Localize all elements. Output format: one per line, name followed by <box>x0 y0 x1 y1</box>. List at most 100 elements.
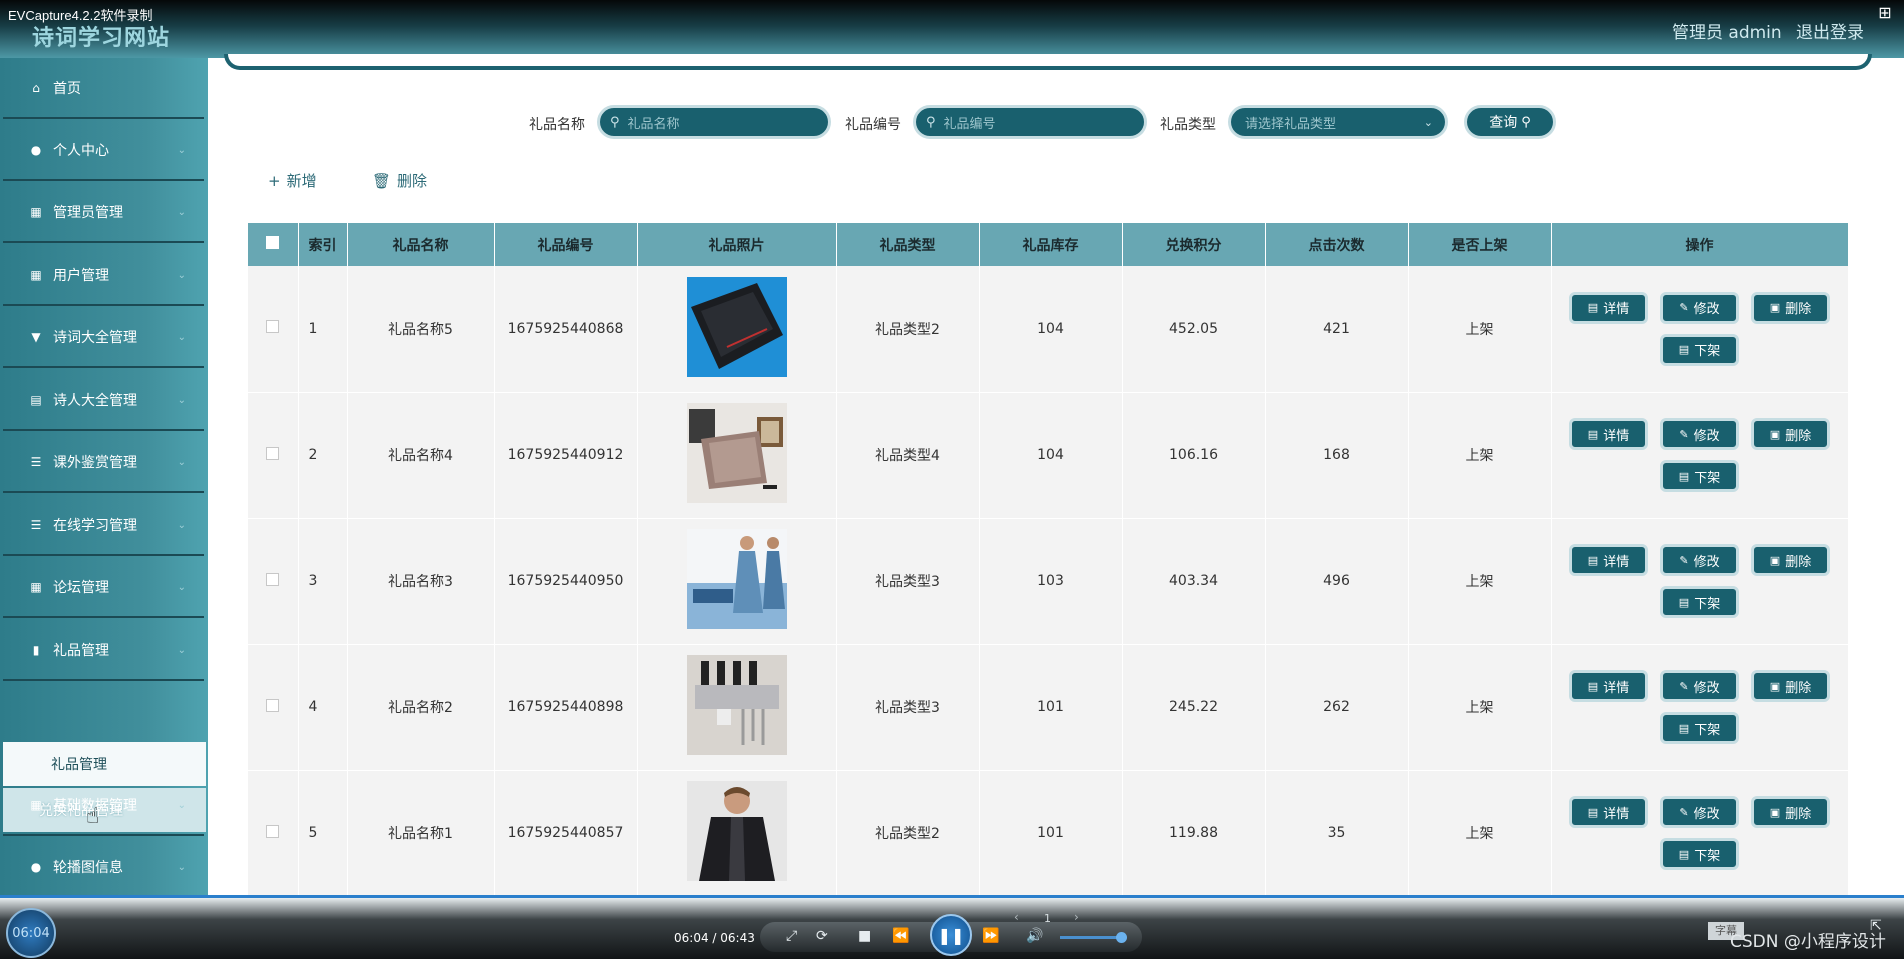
cell-name: 礼品名称3 <box>347 518 495 645</box>
detail-label: 详情 <box>1603 428 1630 444</box>
volume-icon[interactable]: 🔊 <box>1026 928 1043 944</box>
detail-label: 详情 <box>1603 554 1630 570</box>
delete-button[interactable]: ▣ 删除 <box>1751 418 1830 450</box>
logout-link[interactable]: 退出登录 <box>1796 18 1864 43</box>
cell-name: 礼品名称1 <box>347 770 495 897</box>
edit-button[interactable]: ✎ 修改 <box>1660 418 1739 450</box>
row-actions: ▤ 详情 ✎ 修改 ▣ 删除 ▤ 下架 <box>1560 796 1840 870</box>
document-icon: ▤ <box>1678 595 1690 609</box>
chevron-down-icon: ⌄ <box>177 331 186 343</box>
add-button[interactable]: + 新增 <box>268 170 317 191</box>
document-icon: ▤ <box>1587 805 1599 819</box>
unlist-button[interactable]: ▤ 下架 <box>1660 460 1739 492</box>
gift-type-placeholder: 请选择礼品类型 <box>1245 116 1337 132</box>
cell-points: 245.22 <box>1122 644 1266 771</box>
time-disc: 06:04 <box>6 908 56 958</box>
row-checkbox[interactable] <box>266 824 280 838</box>
column-header: 礼品类型 <box>836 223 980 266</box>
row-checkbox[interactable] <box>266 572 280 586</box>
unlist-button[interactable]: ▤ 下架 <box>1660 586 1739 618</box>
delete-button[interactable]: ▣ 删除 <box>1751 670 1830 702</box>
cell-clicks: 168 <box>1265 392 1409 519</box>
fullscreen-icon[interactable]: ⇱ <box>1870 918 1882 934</box>
gift-name-input[interactable]: ⚲ 礼品名称 <box>597 105 831 139</box>
detail-button[interactable]: ▤ 详情 <box>1569 544 1648 576</box>
sidebar-item-gifts[interactable]: ▮ 礼品管理 ⌄ <box>3 621 204 681</box>
sidebar-item-appreciation[interactable]: ☰ 课外鉴赏管理 ⌄ <box>3 433 204 493</box>
batch-delete-button[interactable]: 🗑 删除 <box>372 170 427 191</box>
unlist-button[interactable]: ▤ 下架 <box>1660 712 1739 744</box>
gift-code-input[interactable]: ⚲ 礼品编号 <box>913 105 1147 139</box>
table-row: 5 礼品名称1 1675925440857 礼品类型2 101 119.88 3… <box>248 770 1848 897</box>
playback-progress-line[interactable] <box>0 895 1904 898</box>
sidebar-item-home[interactable]: ⌂ 首页 <box>3 59 204 119</box>
document-icon: ▤ <box>1587 553 1599 567</box>
detail-button[interactable]: ▤ 详情 <box>1569 418 1648 450</box>
detail-button[interactable]: ▤ 详情 <box>1569 291 1648 324</box>
document-icon: ▤ <box>1678 343 1690 357</box>
sidebar-item-poems[interactable]: ▼ 诗词大全管理 ⌄ <box>3 308 204 368</box>
bar-chart-icon: ▮ <box>32 643 40 657</box>
sidebar-item-users[interactable]: ▦ 用户管理 ⌄ <box>3 246 204 306</box>
shuffle-icon[interactable]: ⤢ <box>786 928 797 944</box>
cell-stock: 101 <box>979 770 1123 897</box>
site-title: 诗词学习网站 <box>32 26 171 51</box>
cell-name: 礼品名称2 <box>347 644 495 771</box>
repeat-icon[interactable]: ⟳ <box>816 928 828 944</box>
row-checkbox[interactable] <box>266 446 280 460</box>
sidebar-item-admins[interactable]: ▦ 管理员管理 ⌄ <box>3 183 204 243</box>
row-checkbox[interactable] <box>266 698 280 712</box>
unlist-button[interactable]: ▤ 下架 <box>1660 333 1739 366</box>
sidebar-item-online-learning[interactable]: ☰ 在线学习管理 ⌄ <box>3 496 204 556</box>
gift-type-select[interactable]: 请选择礼品类型 ⌄ <box>1228 105 1448 139</box>
rewind-icon[interactable]: ⏪ <box>892 928 909 944</box>
pause-button[interactable]: ❚❚ <box>930 914 972 956</box>
volume-knob[interactable] <box>1116 932 1127 943</box>
cell-points: 452.05 <box>1122 266 1266 393</box>
delete-button[interactable]: ▣ 删除 <box>1751 291 1830 324</box>
cell-code: 1675925440950 <box>494 518 638 645</box>
sidebar-item-label: 管理员管理 <box>53 205 123 221</box>
stop-icon[interactable]: ■ <box>858 928 871 944</box>
sidebar-item-basic-data[interactable]: ▦ 基础数据管理 ⌄ <box>3 776 204 836</box>
dress-photo[interactable] <box>686 529 787 629</box>
cell-index: 5 <box>298 770 348 897</box>
gift-name-placeholder: 礼品名称 <box>627 116 680 132</box>
select-all-checkbox[interactable] <box>266 236 280 249</box>
home-icon: ⌂ <box>32 81 40 95</box>
cell-listed: 上架 <box>1408 518 1552 645</box>
unlist-button[interactable]: ▤ 下架 <box>1660 838 1739 870</box>
sidebar-item-carousel[interactable]: ● 轮播图信息 ⌄ <box>3 838 204 898</box>
row-actions: ▤ 详情 ✎ 修改 ▣ 删除 ▤ 下架 <box>1560 544 1840 618</box>
detail-button[interactable]: ▤ 详情 <box>1569 796 1648 828</box>
cell-index: 4 <box>298 644 348 771</box>
edit-button[interactable]: ✎ 修改 <box>1660 291 1739 324</box>
delete-button[interactable]: ▣ 删除 <box>1751 796 1830 828</box>
row-checkbox[interactable] <box>266 320 280 334</box>
table-row: 2 礼品名称4 1675925440912 礼品类型4 104 106.16 1… <box>248 392 1848 519</box>
sidebar-item-profile[interactable]: ● 个人中心 ⌄ <box>3 121 204 181</box>
volume-slider[interactable] <box>1060 936 1124 939</box>
kitchen-rack-photo[interactable] <box>686 655 787 755</box>
cell-type: 礼品类型3 <box>836 518 980 645</box>
laptop-photo[interactable] <box>686 276 787 377</box>
sidebar-item-poets[interactable]: ▤ 诗人大全管理 ⌄ <box>3 371 204 431</box>
sidebar-item-forum[interactable]: ▦ 论坛管理 ⌄ <box>3 558 204 618</box>
table-row: 4 礼品名称2 1675925440898 礼品类型3 101 245.22 2… <box>248 644 1848 771</box>
edit-button[interactable]: ✎ 修改 <box>1660 796 1739 828</box>
jacket-photo[interactable] <box>686 781 787 881</box>
query-button[interactable]: 查询 ⚲ <box>1464 105 1556 139</box>
fast-forward-icon[interactable]: ⏩ <box>982 928 999 944</box>
detail-label: 详情 <box>1603 302 1630 318</box>
delete-button[interactable]: ▣ 删除 <box>1751 544 1830 576</box>
grid-corner-icon[interactable]: ⊞ <box>1876 4 1894 22</box>
table-header-row: 索引 礼品名称 礼品编号 礼品照片 礼品类型 礼品库存 兑换积分 点击次数 是否… <box>248 223 1848 266</box>
detail-button[interactable]: ▤ 详情 <box>1569 670 1648 702</box>
grid-icon: ▦ <box>30 205 42 219</box>
edit-button[interactable]: ✎ 修改 <box>1660 670 1739 702</box>
edit-button[interactable]: ✎ 修改 <box>1660 544 1739 576</box>
column-header: 礼品名称 <box>347 223 495 266</box>
laptop-photo[interactable] <box>686 403 787 503</box>
list-icon: ☰ <box>30 455 42 469</box>
select-all-cell[interactable] <box>248 223 299 266</box>
